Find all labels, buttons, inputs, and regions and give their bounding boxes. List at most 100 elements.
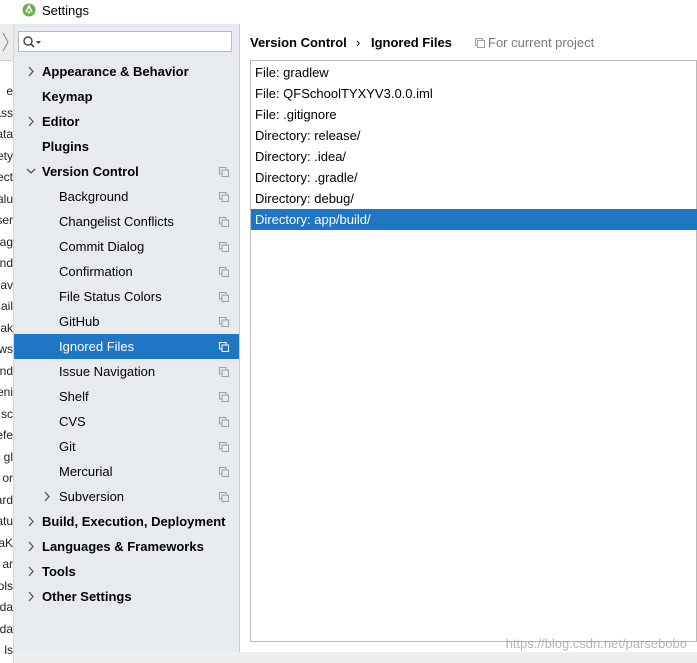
background-text-fragment: ls (4, 643, 13, 657)
sidebar-item-subversion[interactable]: Subversion (14, 484, 239, 509)
background-text-fragment: ata (0, 127, 13, 141)
project-scope-icon (219, 467, 229, 477)
sidebar-item-languages-frameworks[interactable]: Languages & Frameworks (14, 534, 239, 559)
android-studio-icon (22, 3, 36, 17)
ignored-file-row[interactable]: Directory: .idea/ (251, 146, 697, 167)
sidebar-item-cvs[interactable]: CVS (14, 409, 239, 434)
background-text-fragment: ols (0, 578, 13, 593)
sidebar-item-version-control[interactable]: Version Control (14, 159, 239, 184)
bottom-bar (14, 652, 697, 663)
sidebar-item-keymap[interactable]: Keymap (14, 84, 239, 109)
ignored-file-row[interactable]: File: QFSchoolTYXYV3.0.0.iml (251, 83, 697, 104)
sidebar-item-label: Git (59, 439, 76, 454)
project-scope-icon (219, 442, 229, 452)
breadcrumb-separator: › (356, 35, 361, 50)
background-text-fragment: nd (0, 256, 13, 270)
ignored-file-row[interactable]: Directory: debug/ (251, 188, 697, 209)
ignored-file-row[interactable]: File: .gitignore (251, 104, 697, 125)
sidebar-item-issue-navigation[interactable]: Issue Navigation (14, 359, 239, 384)
background-text-fragment: gl (3, 449, 13, 464)
sidebar-item-label: Ignored Files (59, 339, 135, 354)
sidebar-item-shelf[interactable]: Shelf (14, 384, 239, 409)
panel-divider[interactable] (239, 24, 240, 652)
breadcrumb-version-control[interactable]: Version Control (250, 35, 347, 50)
ignored-file-row[interactable]: Directory: .gradle/ (251, 167, 697, 188)
sidebar-item-plugins[interactable]: Plugins (14, 134, 239, 159)
background-text-fragment: oda (0, 621, 13, 636)
sidebar-item-file-status-colors[interactable]: File Status Colors (14, 284, 239, 309)
sidebar-item-label: Tools (42, 564, 76, 579)
background-text-fragment: ak (0, 320, 13, 335)
project-scope-icon (219, 167, 229, 177)
nav-arrow-stub[interactable] (0, 24, 13, 61)
background-text-fragment: ard (0, 492, 13, 507)
sidebar-item-editor[interactable]: Editor (14, 109, 239, 134)
sidebar-item-label: Keymap (42, 89, 93, 104)
background-text-fragment: eni (0, 385, 13, 399)
sidebar-item-commit-dialog[interactable]: Commit Dialog (14, 234, 239, 259)
background-text-fragment: ws (0, 342, 13, 356)
project-scope-icon (219, 367, 229, 377)
sidebar-item-label: Other Settings (42, 589, 132, 604)
sidebar-item-tools[interactable]: Tools (14, 559, 239, 584)
background-text-fragment: aK (0, 535, 13, 550)
sidebar-item-label: Plugins (42, 139, 89, 154)
sidebar-item-github[interactable]: GitHub (14, 309, 239, 334)
background-text-fragment: and (0, 363, 13, 378)
chevron-right-icon (2, 32, 9, 52)
sidebar-item-label: Build, Execution, Deployment (42, 514, 226, 529)
background-text-fragment: alu (0, 191, 13, 206)
project-scope-icon (219, 317, 229, 327)
background-text-fragment: efe (0, 428, 13, 442)
scope-label: For current project (488, 35, 595, 50)
background-text-fragment: sc (1, 406, 13, 421)
sidebar-item-label: GitHub (59, 314, 100, 329)
breadcrumb-ignored-files: Ignored Files (371, 35, 452, 50)
sidebar-item-label: Commit Dialog (59, 239, 145, 254)
sidebar-item-changelist-conflicts[interactable]: Changelist Conflicts (14, 209, 239, 234)
settings-search-input[interactable] (18, 31, 232, 52)
background-text-fragment: ass (0, 105, 13, 120)
sidebar-item-label: Languages & Frameworks (42, 539, 204, 554)
sidebar-item-label: Confirmation (59, 264, 133, 279)
sidebar-item-label: Shelf (59, 389, 89, 404)
chevron-right-icon[interactable] (26, 59, 36, 84)
sidebar-item-ignored-files[interactable]: Ignored Files (14, 334, 239, 359)
chevron-right-icon[interactable] (26, 584, 36, 609)
sidebar-item-build-execution-deployment[interactable]: Build, Execution, Deployment (14, 509, 239, 534)
project-scope-icon (219, 242, 229, 252)
project-scope-icon (219, 342, 229, 352)
background-text-fragment: ag (0, 234, 13, 249)
chevron-right-icon[interactable] (42, 484, 52, 509)
sidebar-item-label: File Status Colors (59, 289, 162, 304)
sidebar-item-appearance-behavior[interactable]: Appearance & Behavior (14, 59, 239, 84)
chevron-right-icon[interactable] (26, 534, 36, 559)
project-scope-icon (219, 267, 229, 277)
project-scope-icon (219, 492, 229, 502)
background-text-fragment: ser (0, 213, 13, 227)
search-icon (23, 36, 41, 48)
settings-sidebar: Appearance & Behavior Keymap Editor Plugins… (14, 24, 239, 652)
project-scope-icon (219, 292, 229, 302)
ignored-file-row[interactable]: Directory: app/build/ (251, 209, 697, 230)
ignored-files-list[interactable]: File: gradlew File: QFSchoolTYXYV3.0.0.im… (250, 60, 697, 642)
chevron-right-icon[interactable] (26, 509, 36, 534)
sidebar-item-label: Appearance & Behavior (42, 64, 189, 79)
sidebar-item-git[interactable]: Git (14, 434, 239, 459)
ignored-file-row[interactable]: File: gradlew (251, 62, 697, 83)
sidebar-item-other-settings[interactable]: Other Settings (14, 584, 239, 609)
chevron-right-icon[interactable] (26, 559, 36, 584)
window-title: Settings (42, 3, 89, 18)
chevron-down-icon[interactable] (26, 159, 36, 184)
background-text-fragment: ety (0, 148, 13, 163)
sidebar-item-label: Version Control (42, 164, 139, 179)
sidebar-item-background[interactable]: Background (14, 184, 239, 209)
sidebar-item-mercurial[interactable]: Mercurial (14, 459, 239, 484)
sidebar-item-label: Issue Navigation (59, 364, 156, 379)
sidebar-item-confirmation[interactable]: Confirmation (14, 259, 239, 284)
ignored-file-row[interactable]: Directory: release/ (251, 125, 697, 146)
chevron-right-icon[interactable] (26, 109, 36, 134)
window-titlebar: Settings (0, 0, 697, 24)
background-text-fragment: ar (2, 557, 13, 571)
background-text-fragment: atu (0, 514, 13, 528)
